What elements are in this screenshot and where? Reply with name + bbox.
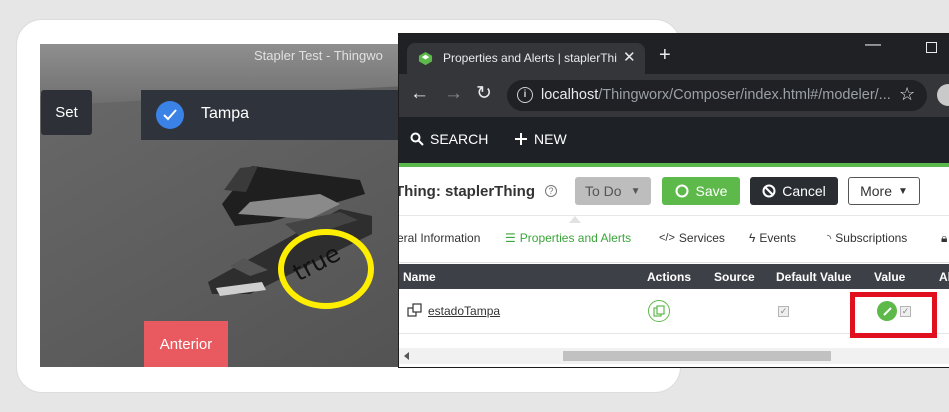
col-extra[interactable]: Al <box>939 270 949 284</box>
url-path: /Thingworx/Composer/index.html#/modeler/… <box>598 87 891 103</box>
tab-services[interactable]: </> Services <box>659 231 725 245</box>
url-text: localhost/Thingworx/Composer/index.html#… <box>541 87 891 103</box>
thing-title: Thing: staplerThing <box>398 183 535 200</box>
save-button[interactable]: Save <box>662 177 740 205</box>
composer-header: SEARCH NEW <box>399 117 949 163</box>
property-name-link[interactable]: estadoTampa <box>428 304 500 318</box>
search-button[interactable]: SEARCH <box>410 131 488 147</box>
entity-tabs: eral Information ☰ Properties and Alerts… <box>399 215 949 263</box>
tab-label: eral Information <box>398 231 481 245</box>
search-icon <box>410 132 424 146</box>
col-actions[interactable]: Actions <box>647 270 691 284</box>
browser-tab[interactable]: Properties and Alerts | staplerThi ✕ <box>407 43 645 74</box>
col-source[interactable]: Source <box>714 270 755 284</box>
url-host: localhost <box>541 87 599 103</box>
tampa-label: Tampa <box>201 105 250 122</box>
info-icon[interactable]: i <box>517 87 533 103</box>
horizontal-scrollbar[interactable] <box>399 348 949 364</box>
copy-action-icon[interactable] <box>648 300 670 322</box>
search-label: SEARCH <box>430 131 489 147</box>
close-icon[interactable]: ✕ <box>623 48 636 66</box>
list-icon: ☰ <box>505 231 516 245</box>
properties-grid-header: Name Actions Source Default Value Value … <box>399 264 949 289</box>
red-highlight-box <box>850 292 937 338</box>
circle-icon <box>675 184 689 198</box>
help-icon[interactable]: ? <box>545 185 557 197</box>
minimize-icon[interactable]: — <box>865 36 881 54</box>
tab-title: Properties and Alerts | staplerThi <box>443 51 617 65</box>
cancel-label: Cancel <box>782 183 826 199</box>
tab-general-information[interactable]: eral Information <box>398 231 481 245</box>
forward-arrow-icon[interactable]: → <box>444 83 463 105</box>
lock-icon[interactable]: 🔒︎ <box>941 231 947 246</box>
caret-down-icon: ▼ <box>630 185 641 197</box>
more-label: More <box>860 183 892 199</box>
tab-strip: Properties and Alerts | staplerThi ✕ + — <box>399 34 949 74</box>
col-value[interactable]: Value <box>874 270 905 284</box>
cancel-button[interactable]: Cancel <box>750 177 838 205</box>
thingworx-favicon-icon <box>418 51 433 66</box>
col-default-value[interactable]: Default Value <box>776 270 851 284</box>
check-icon[interactable] <box>156 101 184 129</box>
tab-properties-and-alerts[interactable]: ☰ Properties and Alerts <box>505 231 631 245</box>
caret-down-icon: ▼ <box>898 185 908 197</box>
tab-label: Properties and Alerts <box>519 231 632 245</box>
tab-label: Events <box>759 231 797 245</box>
tampa-bar[interactable]: Tampa <box>141 90 411 140</box>
default-value-checkbox: ✓ <box>778 306 789 317</box>
set-button[interactable]: Set <box>41 90 92 135</box>
profile-avatar-icon[interactable] <box>937 84 949 106</box>
back-arrow-icon[interactable]: ← <box>410 83 429 105</box>
bookmark-star-icon[interactable]: ☆ <box>899 84 915 105</box>
todo-dropdown[interactable]: To Do ▼ <box>575 177 651 205</box>
anterior-button[interactable]: Anterior <box>144 321 228 367</box>
table-row[interactable]: estadoTampa ✓ ✓ <box>399 289 949 338</box>
new-button[interactable]: NEW <box>514 131 567 147</box>
feed-icon: ◝ <box>827 232 832 245</box>
scroll-left-icon[interactable] <box>404 352 409 360</box>
property-icon <box>407 303 422 317</box>
code-icon: </> <box>659 232 675 244</box>
todo-label: To Do <box>585 183 622 199</box>
col-name[interactable]: Name <box>403 270 436 284</box>
tab-subscriptions[interactable]: ◝ Subscriptions <box>827 231 907 245</box>
reload-icon[interactable]: ↻ <box>476 82 492 105</box>
more-dropdown[interactable]: More ▼ <box>848 177 920 205</box>
browser-window: Properties and Alerts | staplerThi ✕ + —… <box>398 33 949 368</box>
maximize-icon[interactable] <box>926 42 937 53</box>
url-field[interactable]: i localhost/Thingworx/Composer/index.htm… <box>507 80 927 111</box>
save-label: Save <box>695 183 728 199</box>
tab-label: Services <box>678 231 725 245</box>
ban-icon <box>762 184 776 198</box>
tab-events[interactable]: ϟ Events <box>749 231 796 245</box>
plus-icon <box>515 133 527 145</box>
new-tab-icon[interactable]: + <box>659 45 671 65</box>
active-tab-indicator <box>569 216 581 223</box>
entity-toolbar: Thing: staplerThing ? To Do ▼ Save Cance… <box>399 167 949 215</box>
address-bar: ← → ↻ i localhost/Thingworx/Composer/ind… <box>399 74 949 117</box>
new-label: NEW <box>534 131 567 147</box>
scroll-thumb[interactable] <box>563 351 831 361</box>
scene-title: Stapler Test - Thingwo <box>254 48 383 63</box>
lightning-icon: ϟ <box>749 231 756 245</box>
tab-label: Subscriptions <box>835 231 908 245</box>
